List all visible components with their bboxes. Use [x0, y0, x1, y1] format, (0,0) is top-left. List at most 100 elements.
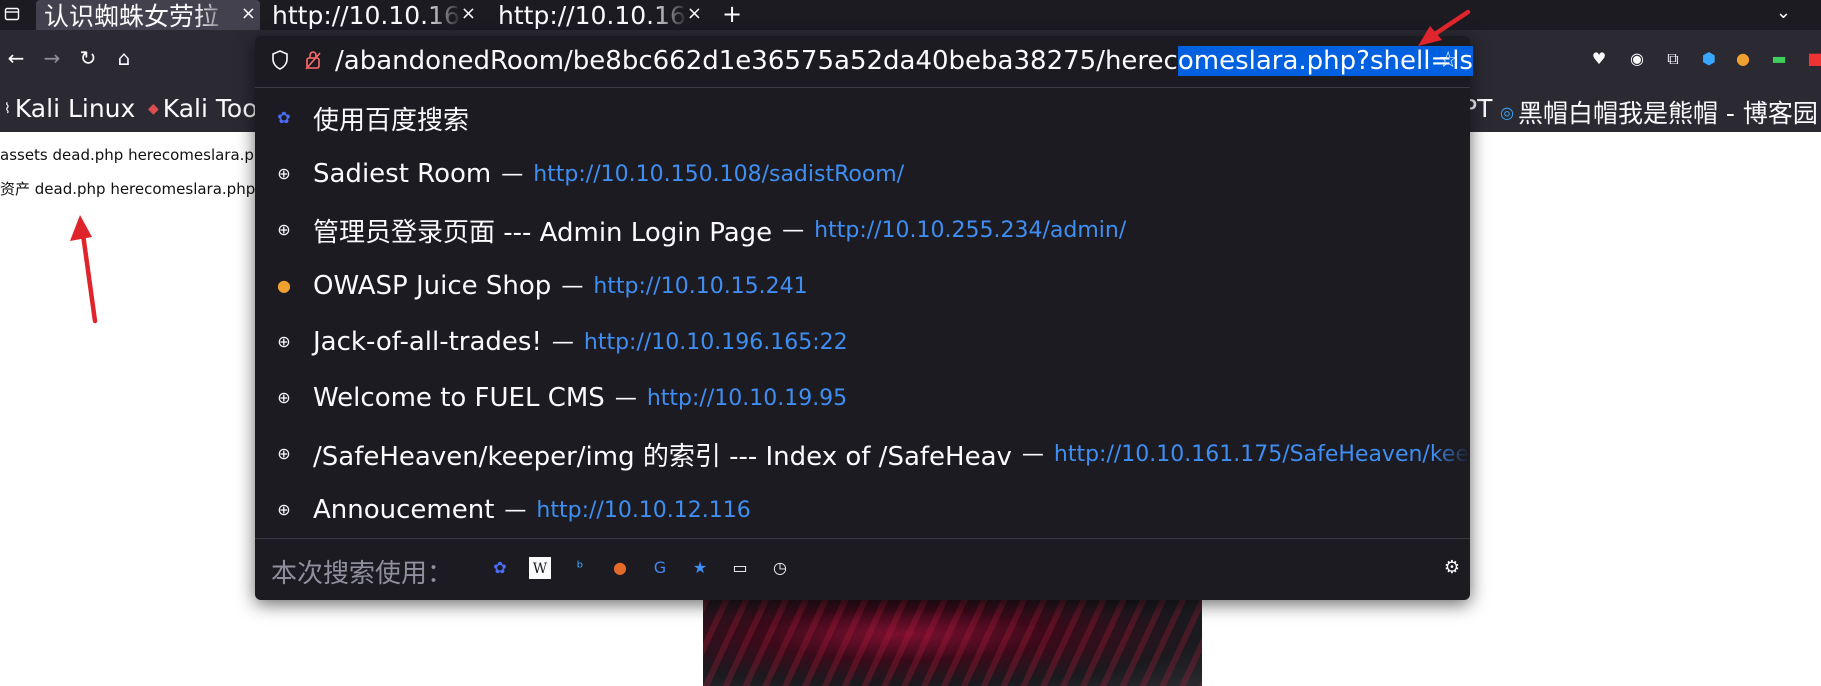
- pocket-icon[interactable]: ♥: [1588, 48, 1610, 70]
- list-all-tabs-button[interactable]: ⌄: [1776, 2, 1791, 23]
- suggestion-content: Welcome to FUEL CMS — http://10.10.19.95: [313, 383, 847, 413]
- bookmark-label: Kali Too: [162, 94, 258, 123]
- juice-shop-icon: ●: [277, 276, 291, 295]
- back-button[interactable]: ←: [4, 46, 28, 70]
- suggestion-title: OWASP Juice Shop: [313, 271, 552, 301]
- suggestion-content: OWASP Juice Shop — http://10.10.15.241: [313, 271, 808, 301]
- directory-listing-line: assets dead.php herecomeslara.php: [0, 146, 273, 164]
- tab-title: http://10.10.161.: [272, 0, 462, 30]
- bookmarks-star-icon[interactable]: ★: [689, 557, 711, 579]
- bookmark-label: 黑帽白帽我是熊帽 - 博客园: [1517, 99, 1818, 128]
- suggestion-url: http://10.10.255.234/admin/: [814, 217, 1127, 243]
- tab-close-icon[interactable]: ×: [241, 3, 256, 24]
- suggestion-separator: —: [551, 329, 574, 355]
- url-input[interactable]: /abandonedRoom/be8bc662d1e36575a52da40be…: [335, 42, 1473, 80]
- search-with-label: 本次搜索使用：: [271, 559, 454, 589]
- suggestion-separator: —: [1021, 441, 1044, 467]
- history-suggestion[interactable]: ● OWASP Juice Shop — http://10.10.15.241: [255, 262, 1470, 310]
- suggestion-url: http://10.10.15.241: [593, 273, 808, 299]
- cnblogs-icon: ◎: [1500, 102, 1514, 122]
- kali-tools-icon: ◆: [148, 100, 159, 117]
- suggestion-content: 使用百度搜索: [313, 100, 469, 137]
- suggestion-title: /SafeHeaven/keeper/img 的索引 --- Index of …: [313, 441, 1012, 472]
- url-text: /abandonedRoom/be8bc662d1e36575a52da40be…: [335, 46, 1178, 76]
- suggestion-title: 管理员登录页面 --- Admin Login Page: [313, 217, 773, 248]
- history-suggestion[interactable]: ⊕ 管理员登录页面 --- Admin Login Page — http://10.…: [255, 206, 1470, 254]
- globe-icon: ⊕: [277, 444, 291, 463]
- history-suggestion[interactable]: ⊕ Sadiest Room — http://10.10.150.108/sadis…: [255, 150, 1470, 198]
- extension-red-icon[interactable]: ■: [1804, 48, 1821, 70]
- address-bar[interactable]: /abandonedRoom/be8bc662d1e36575a52da40be…: [255, 36, 1473, 88]
- suggestion-content: Jack-of-all-trades! — http://10.10.196.165…: [313, 327, 848, 357]
- suggestion-title: Jack-of-all-trades!: [313, 327, 542, 357]
- suggestion-content: 管理员登录页面 --- Admin Login Page — http://10.1…: [313, 212, 1126, 249]
- tab-ip-2[interactable]: http://10.10.161. ×: [490, 0, 706, 30]
- globe-icon: ⊕: [277, 332, 291, 351]
- suggestion-content: Sadiest Room — http://10.10.150.108/sadist…: [313, 159, 904, 189]
- suggestion-content: /SafeHeaven/keeper/img 的索引 --- Index of …: [313, 436, 1470, 473]
- globe-icon: ⊕: [277, 500, 291, 519]
- suggestion-separator: —: [782, 217, 805, 243]
- globe-icon: ⊕: [277, 388, 291, 407]
- suggestion-url: http://10.10.150.108/sadistRoom/: [533, 161, 905, 187]
- cookie-editor-icon[interactable]: ●: [1732, 48, 1754, 70]
- suggestion-url: http://10.10.19.95: [646, 385, 848, 411]
- suggestion-title: Sadiest Room: [313, 159, 492, 189]
- account-icon[interactable]: ◉: [1626, 48, 1648, 70]
- blood-image: [703, 600, 1202, 686]
- tab-title: 认识蜘蛛女劳拉: [44, 2, 220, 30]
- new-tab-button[interactable]: +: [722, 0, 742, 28]
- tab-laura[interactable]: 认识蜘蛛女劳拉 ×: [36, 0, 260, 30]
- baidu-icon[interactable]: ✿: [489, 557, 511, 579]
- tracking-protection-shield-icon[interactable]: [269, 50, 291, 72]
- suggestion-separator: —: [614, 385, 637, 411]
- history-suggestion[interactable]: ⊕ /SafeHeaven/keeper/img 的索引 --- Index of…: [255, 430, 1470, 478]
- suggestion-title: Annoucement: [313, 495, 495, 525]
- suggestion-title: Welcome to FUEL CMS: [313, 383, 605, 413]
- suggestion-url: http://10.10.161.175/SafeHeaven/keep: [1053, 441, 1470, 467]
- search-suggestion[interactable]: ✿ 使用百度搜索: [255, 94, 1470, 142]
- wikipedia-icon[interactable]: W: [529, 557, 551, 579]
- history-suggestion[interactable]: ⊕ Jack-of-all-trades! — http://10.10.196.16…: [255, 318, 1470, 366]
- suggestion-url: http://10.10.196.165:22: [583, 329, 848, 355]
- kali-dragon-icon: ⌇: [4, 100, 11, 117]
- search-settings-gear-icon[interactable]: ⚙: [1444, 557, 1460, 578]
- forward-button[interactable]: →: [40, 46, 64, 70]
- search-engine-shortcuts: 本次搜索使用： ✿ W ᵇ ● G ★ ▭ ◷ ⚙: [255, 538, 1470, 600]
- bookmark-label: Kali Linux: [14, 94, 136, 123]
- duckduckgo-icon[interactable]: ●: [609, 557, 631, 579]
- tab-close-icon[interactable]: ×: [461, 3, 476, 24]
- tab-close-icon[interactable]: ×: [687, 3, 702, 24]
- bookmark-kali-tools[interactable]: ◆ Kali Too: [148, 94, 258, 123]
- directory-listing-line-translated: 资产 dead.php herecomeslara.php: [0, 180, 256, 198]
- bing-icon[interactable]: ᵇ: [569, 557, 591, 579]
- insecure-lock-icon[interactable]: [303, 50, 323, 72]
- tab-title: http://10.10.161.: [498, 0, 688, 30]
- google-icon[interactable]: G: [649, 557, 671, 579]
- window-menu-icon[interactable]: [4, 6, 20, 22]
- history-icon[interactable]: ◷: [769, 557, 791, 579]
- suggestion-separator: —: [561, 273, 584, 299]
- extensions-icon[interactable]: ⧉: [1662, 48, 1684, 70]
- suggestion-content: Annoucement — http://10.10.12.116: [313, 495, 751, 525]
- url-suggestions-panel: /abandonedRoom/be8bc662d1e36575a52da40be…: [255, 36, 1473, 600]
- annotation-arrow-icon: [1418, 9, 1471, 46]
- globe-icon: ⊕: [277, 220, 291, 239]
- suggestion-separator: —: [504, 497, 527, 523]
- suggestion-separator: —: [501, 161, 524, 187]
- bookmark-cnblogs[interactable]: ◎ 黑帽白帽我是熊帽 - 博客园: [1500, 94, 1818, 130]
- tab-strip: 认识蜘蛛女劳拉 × http://10.10.161. × http://10.…: [0, 0, 1821, 30]
- baidu-search-icon: ✿: [277, 108, 291, 127]
- globe-icon: ⊕: [277, 164, 291, 183]
- bookmark-kali-linux[interactable]: ⌇ Kali Linux: [4, 94, 135, 123]
- suggestion-url: http://10.10.12.116: [536, 497, 751, 523]
- tab-ip-1[interactable]: http://10.10.161. ×: [264, 0, 480, 30]
- history-suggestion[interactable]: ⊕ Annoucement — http://10.10.12.116: [255, 486, 1470, 534]
- reload-button[interactable]: ↻: [76, 46, 100, 70]
- annotation-arrow-icon: [70, 215, 98, 324]
- home-button[interactable]: ⌂: [112, 46, 136, 70]
- history-suggestion[interactable]: ⊕ Welcome to FUEL CMS — http://10.10.19.95: [255, 374, 1470, 422]
- extension-hex-icon[interactable]: ⬢: [1698, 48, 1720, 70]
- proxy-toggle-icon[interactable]: ▬: [1768, 48, 1790, 70]
- tabs-icon[interactable]: ▭: [729, 557, 751, 579]
